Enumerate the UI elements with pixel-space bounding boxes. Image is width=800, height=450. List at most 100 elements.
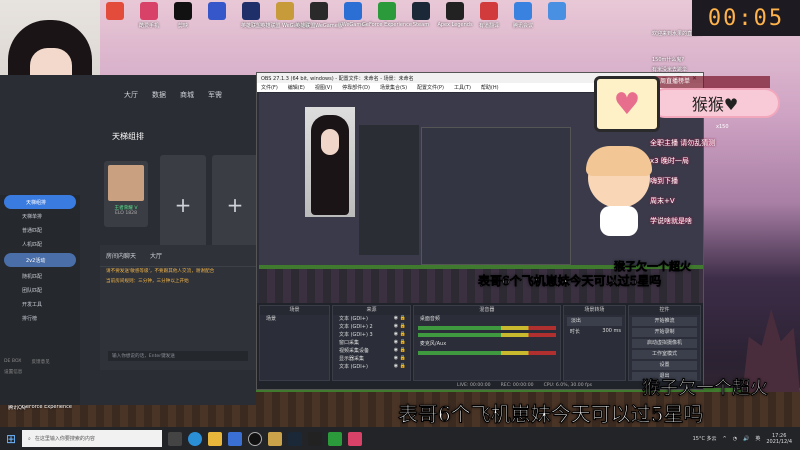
- sidebar-item[interactable]: 普通匹配: [0, 223, 80, 237]
- sidebar-item[interactable]: 2v2活动: [4, 253, 76, 267]
- search-icon: ⌕: [28, 435, 31, 442]
- desktop-icon[interactable]: 腾讯会议: [510, 2, 536, 29]
- desktop-icon[interactable]: [102, 2, 128, 22]
- chevron-up-icon[interactable]: ^: [723, 436, 727, 442]
- desktop-icon-label: 腾讯会议: [512, 23, 533, 29]
- speech-bubble: 猴猴♥: [650, 88, 780, 118]
- sidebar-item[interactable]: 天梯组排: [4, 195, 76, 209]
- obs-menu-item[interactable]: 场景集合(S): [380, 84, 407, 91]
- player-card[interactable]: 王者荣耀 V ELO 1828: [104, 161, 148, 227]
- preview-subtitle-2: 表哥6个飞机崽妹今天可以过5星吗: [477, 274, 662, 289]
- app-icon: [344, 2, 362, 20]
- desktop-icon[interactable]: 酷爱手机: [136, 2, 162, 29]
- taskbar-search[interactable]: ⌕ 在这里输入你要搜索的内容: [22, 430, 162, 447]
- sidebar-item[interactable]: 人机匹配: [0, 237, 80, 251]
- nav-supply[interactable]: 军需: [208, 90, 222, 100]
- app-icon[interactable]: [328, 431, 342, 446]
- ime-indicator[interactable]: 英: [755, 435, 760, 442]
- transition-select[interactable]: 淡出: [566, 317, 622, 326]
- desktop-icon[interactable]: 剪映: [170, 2, 196, 29]
- source-name: 窗口采集: [339, 340, 360, 346]
- obs-control-button[interactable]: 设置: [632, 361, 697, 370]
- sidebar-item[interactable]: 随机匹配: [0, 269, 80, 283]
- obs-menu-item[interactable]: 编辑(E): [288, 84, 305, 91]
- visibility-lock-icon[interactable]: ◉ 🔒: [394, 315, 406, 323]
- obs-control-button[interactable]: 开始推流: [632, 317, 697, 326]
- audio-meter: [417, 326, 556, 330]
- obs-menu-item[interactable]: 视图(V): [315, 84, 332, 91]
- app-icon: [140, 2, 158, 20]
- steam-icon[interactable]: [288, 431, 302, 446]
- desktop-icon[interactable]: Apex Legends: [437, 2, 473, 28]
- duration-input[interactable]: 300 ms: [602, 328, 621, 336]
- sidebar-item[interactable]: 排行榜: [0, 311, 80, 325]
- link-debox[interactable]: DE BOX: [4, 359, 21, 365]
- link-settings[interactable]: 设置信息: [4, 368, 22, 375]
- source-item[interactable]: 文本 (GDI+) 3 ◉ 🔒: [333, 331, 410, 339]
- desktop-icon[interactable]: Steam: [408, 2, 434, 28]
- client-top-nav: 大厅 数据 商城 军需: [110, 75, 256, 115]
- network-icon[interactable]: ◔: [733, 436, 737, 442]
- chat-input[interactable]: 输入你想说的话，Enter键发送: [108, 351, 248, 361]
- link-feedback[interactable]: 反馈意见: [31, 359, 49, 365]
- nav-hall[interactable]: 大厅: [124, 90, 138, 100]
- nav-shop[interactable]: 商城: [180, 90, 194, 100]
- volume-icon[interactable]: 🔊: [743, 436, 749, 442]
- store-icon[interactable]: [228, 431, 242, 446]
- duration-label: 时长: [569, 329, 580, 335]
- obs-control-button[interactable]: 工作室模式: [632, 350, 697, 359]
- source-item[interactable]: 窗口采集 ◉ 🔒: [333, 339, 410, 347]
- visibility-lock-icon[interactable]: ◉ 🔒: [394, 363, 406, 371]
- add-teammate-slot-2[interactable]: +: [212, 155, 258, 255]
- obs-menu-item[interactable]: 帮助(H): [481, 84, 499, 91]
- weather[interactable]: 15°C 多云: [693, 435, 717, 442]
- desktop-icon[interactable]: GeForce Experience: [362, 2, 412, 28]
- task-view-icon[interactable]: [168, 431, 182, 446]
- tab-hall-chat[interactable]: 大厅: [150, 251, 162, 260]
- desktop-icon-label: 剪映: [177, 23, 188, 29]
- obs-docks: 场景 场景 来源 文本 (GDI+) ◉ 🔒 文本 (GDI+) 2 ◉ 🔒 文本 (G…: [257, 303, 703, 383]
- visibility-lock-icon[interactable]: ◉ 🔒: [394, 355, 406, 363]
- edge-icon[interactable]: [188, 431, 202, 446]
- obs-control-button[interactable]: 开始录制: [632, 328, 697, 337]
- obs-menu-item[interactable]: 配置文件(P): [417, 84, 444, 91]
- desktop-icon[interactable]: [204, 2, 230, 22]
- app-icon: [174, 2, 192, 20]
- sidebar-item[interactable]: 开发工具: [0, 297, 80, 311]
- source-item[interactable]: 显示器采集 ◉ 🔒: [333, 355, 410, 363]
- wegame-icon[interactable]: [268, 431, 282, 446]
- sidebar-item[interactable]: 天梯单排: [0, 209, 80, 223]
- clock[interactable]: 17:26 2021/12/4: [766, 433, 792, 445]
- add-teammate-slot-1[interactable]: +: [160, 155, 206, 255]
- rule-line: x3 晚时一局: [650, 157, 689, 165]
- windows-start-icon[interactable]: ⊞: [0, 427, 22, 450]
- nav-data[interactable]: 数据: [152, 90, 166, 100]
- obs-menu-item[interactable]: 工具(T): [454, 84, 471, 91]
- sidebar-item[interactable]: 团队匹配: [0, 283, 80, 297]
- source-item[interactable]: 视频采集设备 ◉ 🔒: [333, 347, 410, 355]
- desktop-icon[interactable]: 英雄联盟WeGame版: [295, 2, 343, 29]
- desktop-icon[interactable]: 有道翻译: [476, 2, 502, 29]
- visibility-lock-icon[interactable]: ◉ 🔒: [394, 347, 406, 355]
- obs-taskbar-icon[interactable]: [248, 431, 262, 446]
- tab-room-chat[interactable]: 房间内聊天: [106, 251, 136, 260]
- scenes-dock: 场景 场景: [259, 305, 331, 381]
- file-explorer-icon[interactable]: [208, 431, 222, 446]
- visibility-lock-icon[interactable]: ◉ 🔒: [394, 323, 406, 331]
- app-icon: [446, 2, 464, 20]
- source-item[interactable]: 文本 (GDI+) ◉ 🔒: [333, 363, 410, 371]
- source-item[interactable]: 文本 (GDI+) ◉ 🔒: [333, 315, 410, 323]
- visibility-lock-icon[interactable]: ◉ 🔒: [394, 339, 406, 347]
- rule-line: 周末+V: [650, 197, 675, 205]
- obs-control-button[interactable]: 启动虚拟摄像机: [632, 339, 697, 348]
- obs-menu-item[interactable]: 停靠部件(D): [342, 84, 370, 91]
- visibility-lock-icon[interactable]: ◉ 🔒: [394, 331, 406, 339]
- app-icon: [514, 2, 532, 20]
- qq-icon[interactable]: [308, 431, 322, 446]
- desktop-icon-label: Steam: [412, 22, 430, 28]
- source-item[interactable]: 文本 (GDI+) 2 ◉ 🔒: [333, 323, 410, 331]
- obs-menu-item[interactable]: 文件(F): [261, 84, 278, 91]
- desktop-icon[interactable]: [544, 2, 570, 22]
- app-icon[interactable]: [348, 431, 362, 446]
- scene-item[interactable]: 场景: [260, 315, 329, 323]
